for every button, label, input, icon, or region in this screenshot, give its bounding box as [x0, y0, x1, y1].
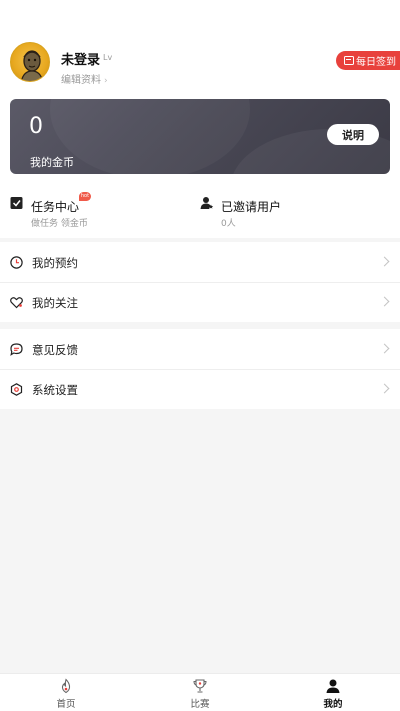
chevron-right-icon: [379, 296, 390, 307]
explain-button[interactable]: 说明: [327, 124, 379, 145]
clock-icon: [10, 256, 23, 269]
hot-badge: hot: [79, 192, 91, 201]
coin-card[interactable]: 0 我的金币 说明: [10, 99, 390, 174]
invited-users-title: 已邀请用户: [221, 200, 282, 214]
chevron-right-icon: [379, 343, 390, 354]
trophy-icon: [193, 679, 207, 693]
tab-label: 比赛: [190, 699, 210, 710]
heart-icon: [10, 297, 23, 309]
chevron-right-icon: [379, 383, 390, 394]
menu-item-settings[interactable]: 系统设置: [0, 369, 400, 409]
tab-mine[interactable]: 我的: [293, 674, 373, 711]
task-center-entry[interactable]: 任务中心 hot 做任务 领金币: [10, 192, 160, 231]
coin-balance: 0: [29, 114, 43, 139]
menu-group-primary: 我的预约 我的关注: [0, 242, 400, 322]
bottom-tab-bar: 首页 比赛 我的: [0, 673, 400, 711]
settings-hexagon-icon: [10, 383, 23, 396]
menu-group-secondary: 意见反馈 系统设置: [0, 329, 400, 409]
menu-item-reservations[interactable]: 我的预约: [0, 242, 400, 282]
header-section: 未登录 Lv 编辑资料 › 每日签到 0 我的金币 说明 任务中心 hot 做任务…: [0, 0, 400, 238]
daily-signin-button[interactable]: 每日签到: [336, 51, 400, 70]
coin-label: 我的金币: [30, 156, 74, 169]
calendar-icon: [344, 56, 354, 65]
chevron-right-icon: ›: [104, 76, 108, 86]
task-center-title: 任务中心: [31, 200, 80, 214]
edit-profile-label: 编辑资料: [61, 75, 101, 86]
username: 未登录: [61, 53, 101, 68]
tab-label: 首页: [56, 699, 76, 710]
task-center-subtitle: 做任务 领金币: [31, 219, 88, 229]
profile-header[interactable]: 未登录 Lv 编辑资料 › 每日签到: [10, 42, 400, 86]
tab-matches[interactable]: 比赛: [160, 674, 240, 711]
user-icon: [326, 679, 340, 693]
chat-bubble-icon: [10, 343, 23, 356]
menu-item-label: 系统设置: [32, 383, 78, 397]
daily-signin-label: 每日签到: [356, 57, 396, 68]
tab-label: 我的: [323, 699, 343, 710]
menu-item-label: 意见反馈: [32, 343, 78, 357]
avatar[interactable]: [10, 42, 50, 82]
tab-home[interactable]: 首页: [26, 674, 106, 711]
menu-item-feedback[interactable]: 意见反馈: [0, 329, 400, 369]
flame-icon: [61, 678, 71, 694]
level-badge: Lv: [103, 53, 113, 62]
task-checkbox-icon: [10, 197, 23, 209]
card-decoration: [50, 99, 250, 174]
menu-item-follows[interactable]: 我的关注: [0, 282, 400, 322]
chevron-right-icon: [379, 256, 390, 267]
menu-item-label: 我的关注: [32, 296, 78, 310]
invited-users-entry[interactable]: 已邀请用户 0人: [200, 195, 350, 231]
invited-users-count: 0人: [221, 219, 236, 229]
edit-profile-link[interactable]: 编辑资料 ›: [61, 71, 108, 86]
user-star-icon: [200, 197, 214, 209]
menu-item-label: 我的预约: [32, 256, 78, 270]
quick-actions: 任务中心 hot 做任务 领金币 已邀请用户 0人: [0, 192, 400, 231]
